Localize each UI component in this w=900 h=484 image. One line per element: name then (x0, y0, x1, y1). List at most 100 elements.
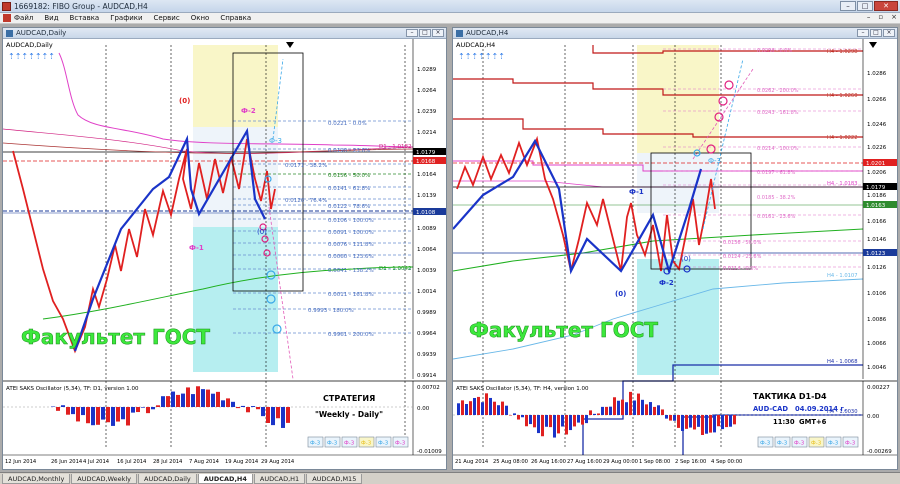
menu-file[interactable]: Файл (14, 14, 33, 22)
price-tick: 1.0039 (417, 268, 437, 274)
arrow-buttons-icon[interactable]: ⇡⇡⇡⇡⇡⇡⇡ (8, 52, 55, 61)
osc-bar (537, 415, 540, 434)
osc-bar (121, 407, 125, 420)
menu-tools[interactable]: Сервис (154, 14, 180, 22)
h4-maximize-icon[interactable]: □ (870, 29, 882, 37)
fibo-button-label: Ф-3 (361, 441, 372, 447)
d1-label-bottom: D1 - 1.0042 (379, 266, 411, 272)
fibo-button-label: Ф-3 (811, 441, 822, 447)
fibo-buttons[interactable]: Ф-3 Ф-3 Ф-3 Ф-3 Ф-3 Ф-3 (757, 436, 859, 448)
mdi-restore-icon[interactable]: ▫ (878, 13, 883, 21)
fibo-label: 0.0091 - 100.0% (328, 230, 374, 236)
h4-symbol-label: AUDCAD,H4 (456, 41, 495, 49)
menu-help[interactable]: Справка (220, 14, 251, 22)
menu-insert[interactable]: Вставка (70, 14, 100, 22)
osc-bar (236, 407, 240, 409)
osc-bar (489, 397, 492, 415)
tab-audcad-monthly[interactable]: AUDCAD,Monthly (2, 474, 71, 484)
fibo-label: 0.9993 - 180.0% (308, 308, 354, 314)
mdi-close-icon[interactable]: × (891, 13, 897, 21)
osc-bar (131, 407, 135, 413)
cyan-zone (193, 227, 278, 372)
tab-audcad-weekly[interactable]: AUDCAD,Weekly (71, 474, 138, 484)
daily-minimize-icon[interactable]: – (406, 29, 418, 37)
fibo-label: 0.0011 - 161.8% (328, 292, 374, 298)
wave-label-zero: (0) (179, 97, 190, 105)
osc-bar (569, 415, 572, 431)
h4-window-title: AUDCAD,H4 (466, 29, 509, 37)
time-tick-labels: 21 Aug 2014 25 Aug 08:00 26 Aug 16:00 27… (455, 459, 742, 465)
tab-audcad-daily[interactable]: AUDCAD,Daily (138, 474, 197, 484)
menu-charts[interactable]: Графики (110, 14, 142, 22)
daily-chart-canvas[interactable]: AUDCAD,Daily ⇡⇡⇡⇡⇡⇡⇡ (0) Ф-2 Ф-3 Ф-1 (0)… (3, 39, 446, 469)
shift-marker-icon (286, 42, 294, 48)
h4-chart-canvas[interactable]: AUDCAD,H4 ⇡⇡⇡⇡⇡⇡⇡ Ф-1 Ф-2 Ф-3 (0) (0) H4… (453, 39, 897, 469)
time-tick: 26 Jun 2014 (51, 459, 83, 465)
chart-window-icon (6, 29, 13, 37)
osc-bar (549, 415, 552, 428)
price-tick-labels: 1.0289 1.0264 1.0239 1.0214 1.0164 1.013… (417, 67, 437, 379)
price-tick: 0.9914 (417, 373, 437, 379)
osc-tick: -0.00269 (867, 449, 892, 455)
price-badge-text: 1.0168 (416, 159, 436, 165)
osc-bar (597, 413, 600, 415)
time-tick: 4 Jul 2014 (83, 459, 110, 465)
mdi-minimize-icon[interactable]: – (867, 13, 871, 21)
menu-window[interactable]: Окно (191, 14, 210, 22)
tab-audcad-m15[interactable]: AUDCAD,M15 (306, 474, 363, 484)
osc-bar (106, 407, 110, 423)
fibo-buttons[interactable]: Ф-3 Ф-3 Ф-3 Ф-3 Ф-3 Ф-3 (307, 436, 409, 448)
osc-bar (517, 415, 520, 420)
osc-bar (151, 407, 155, 410)
fibo-button-label: Ф-3 (327, 441, 338, 447)
time-tick: 28 Jul 2014 (153, 459, 183, 465)
osc-bar (589, 410, 592, 415)
osc-bar (577, 415, 580, 423)
osc-bar (261, 407, 265, 417)
osc-bar (721, 415, 724, 430)
arrow-buttons-icon[interactable]: ⇡⇡⇡⇡⇡⇡⇡ (458, 52, 505, 61)
osc-bar (241, 405, 245, 407)
fibo-button-label: Ф-3 (310, 441, 321, 447)
osc-bar (161, 396, 165, 407)
price-tick: 1.0066 (867, 341, 887, 347)
tactic-timezone: GMT+6 (799, 418, 827, 426)
osc-bar (211, 393, 215, 407)
osc-bar (617, 400, 620, 415)
daily-close-icon[interactable]: × (432, 29, 444, 37)
fibo-button-label: Ф-3 (794, 441, 805, 447)
osc-bar (266, 407, 270, 423)
fibo-label: 0.0141 - 61.8% (328, 186, 370, 192)
fibo-button-label: Ф-3 (845, 441, 856, 447)
h4-close-icon[interactable]: × (883, 29, 895, 37)
osc-bar (593, 413, 596, 415)
osc-bar (251, 406, 255, 407)
wave-label-f1: Ф-1 (189, 244, 204, 252)
menu-view[interactable]: Вид (44, 14, 58, 22)
chart-tabs: AUDCAD,Monthly AUDCAD,Weekly AUDCAD,Dail… (0, 472, 900, 484)
osc-bar (81, 407, 85, 416)
minimize-icon[interactable]: – (840, 1, 856, 11)
h4-chart-window[interactable]: AUDCAD,H4 – □ × AUDCAD,H4 ⇡⇡⇡⇡⇡⇡⇡ Ф-1 Ф-… (452, 27, 898, 470)
price-tick: 1.0286 (867, 71, 887, 77)
price-badge-text: 1.0163 (866, 203, 886, 209)
osc-bar (709, 415, 712, 433)
close-icon[interactable]: ✕ (874, 1, 898, 11)
osc-tick: 0.00702 (417, 385, 440, 391)
osc-bar (661, 409, 664, 415)
maximize-icon[interactable]: □ (857, 1, 873, 11)
tab-audcad-h1[interactable]: AUDCAD,H1 (253, 474, 306, 484)
daily-chart-window[interactable]: AUDCAD,Daily – □ × AUDCAD,Daily ⇡⇡⇡⇡⇡⇡⇡ … (2, 27, 447, 470)
fibo-label: 0.0171 - 38.2% (285, 163, 327, 169)
h4-minimize-icon[interactable]: – (857, 29, 869, 37)
osc-bar (633, 400, 636, 415)
osc-bar (201, 389, 205, 407)
osc-bar (485, 393, 488, 415)
shift-marker-icon (869, 42, 877, 48)
daily-maximize-icon[interactable]: □ (419, 29, 431, 37)
tab-audcad-h4[interactable]: AUDCAD,H4 (197, 474, 253, 484)
h4-level-labels: H4 - 1.0298 H4 - 1.0260 H4 - 1.0222 H4 -… (827, 49, 858, 415)
osc-bar (561, 415, 564, 427)
osc-tick: 0.00 (417, 406, 430, 412)
time-tick: 2 Sep 16:00 (675, 459, 706, 465)
